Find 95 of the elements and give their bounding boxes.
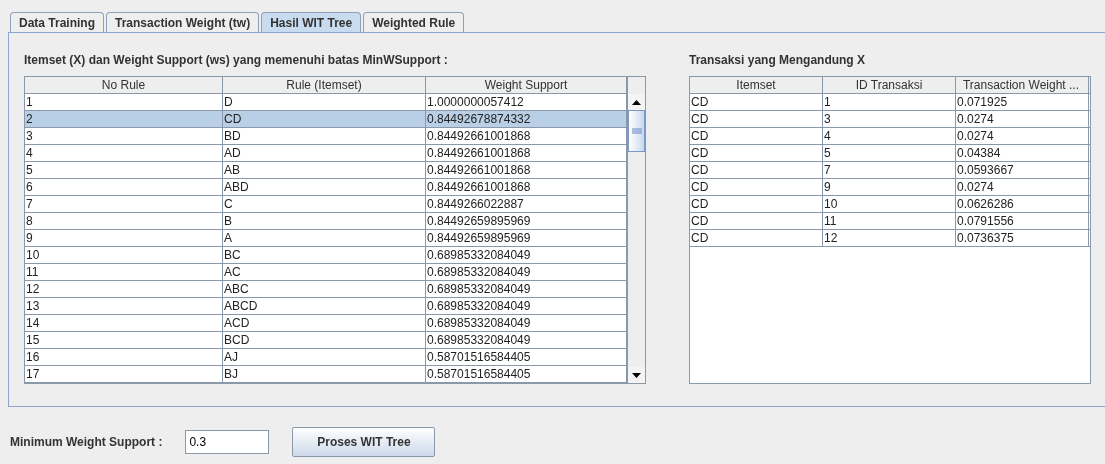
table-row[interactable]: 4 AD 0.84492661001868 [25,145,627,162]
section-title: Itemset (X) dan Weight Support (ws) yang memenuhi batas MinWSupport : [24,53,449,67]
table-row[interactable]: 12 ABC 0.68985332084049 [25,281,627,298]
table-row[interactable]: 10 BC 0.68985332084049 [25,247,627,264]
table-row[interactable]: 11 AC 0.68985332084049 [25,264,627,281]
table-cell: 0.0274 [956,128,1089,144]
tab[interactable]: Hasil WIT Tree [261,12,362,32]
table-cell: CD [690,94,823,110]
table-cell: CD [690,230,823,246]
table-cell: CD [690,179,823,195]
table-cell: 13 [25,298,223,314]
table-cell: ACD [223,315,426,331]
column-header[interactable]: Rule (Itemset) [223,77,426,93]
table-row[interactable]: 15 BCD 0.68985332084049 [25,332,627,349]
table-cell: 10 [25,247,223,263]
table-cell: 12 [25,281,223,297]
table-cell: 15 [25,332,223,348]
table-cell: B [223,213,426,229]
table-cell: ABC [223,281,426,297]
table-cell: 16 [25,349,223,365]
column-header[interactable]: No Rule [25,77,223,93]
tab[interactable]: Transaction Weight (tw) [106,12,260,32]
table-row[interactable]: 7 C 0.8449266022887 [25,196,627,213]
input-field[interactable]: 0.3 [185,430,270,454]
table-cell: 7 [25,196,223,212]
table-cell: AB [223,162,426,178]
table-cell: 5 [823,145,956,161]
table-cell: CD [690,128,823,144]
table-cell: BJ [223,366,426,382]
table-cell: 12 [823,230,956,246]
table-row[interactable]: 3 BD 0.84492661001868 [25,128,627,145]
table-cell: AD [223,145,426,161]
table-cell: 17 [25,366,223,382]
scroll-up-icon[interactable] [628,94,645,110]
table-cell: 0.0593667 [956,162,1089,178]
table-cell: 9 [823,179,956,195]
tab[interactable]: Data Training [10,12,104,32]
table-row[interactable]: 9 A 0.84492659895969 [25,230,627,247]
table-cell: 8 [25,213,223,229]
process-button[interactable]: Proses WIT Tree [292,427,436,457]
table-cell: 10 [823,196,956,212]
table-cell: 11 [823,213,956,229]
table-cell: 7 [823,162,956,178]
table-cell: A [223,230,426,246]
table-cell: BCD [223,332,426,348]
table-cell: 1 [25,94,223,110]
table-cell: 0.0626286 [956,196,1089,212]
table-row[interactable]: 5 AB 0.84492661001868 [25,162,627,179]
table-cell: 14 [25,315,223,331]
table-cell: 0.04384 [956,145,1089,161]
tab[interactable]: Weighted Rule [363,12,465,32]
table-row[interactable]: 8 B 0.84492659895969 [25,213,627,230]
table-cell: AJ [223,349,426,365]
table-cell: D [223,94,426,110]
table-cell: CD [690,213,823,229]
table-cell: AC [223,264,426,280]
section-title: Transaksi yang Mengandung X [689,53,867,67]
table-cell: CD [690,145,823,161]
table-row[interactable]: 6 ABD 0.84492661001868 [25,179,627,196]
table-cell: 1 [823,94,956,110]
table-cell: C [223,196,426,212]
table-row[interactable]: 17 BJ 0.58701516584405 [25,366,627,383]
column-header[interactable]: ID Transaksi [823,77,956,93]
scrollbar[interactable] [627,77,645,383]
table-cell: ABD [223,179,426,195]
table-cell: CD [690,111,823,127]
table-cell: 0.071925 [956,94,1089,110]
table-cell: CD [223,111,426,127]
table-cell: 3 [25,128,223,144]
table-cell: 4 [823,128,956,144]
table-cell: CD [690,162,823,178]
table-row[interactable]: 2 CD 0.84492678874332 [25,111,627,128]
column-header[interactable]: Itemset [690,77,823,93]
column-header[interactable]: Transaction Weight ... [956,77,1089,93]
table-cell: ABCD [223,298,426,314]
table-cell: 11 [25,264,223,280]
table-row[interactable]: 16 AJ 0.58701516584405 [25,349,627,366]
table-cell: BD [223,128,426,144]
table-row[interactable]: 14 ACD 0.68985332084049 [25,315,627,332]
table-row[interactable]: 13 ABCD 0.68985332084049 [25,298,627,315]
table-cell: 3 [823,111,956,127]
table-cell: 0.0791556 [956,213,1089,229]
scroll-down-icon[interactable] [628,367,645,383]
scroll-thumb[interactable] [628,110,645,152]
table-cell: CD [690,196,823,212]
table-cell: 9 [25,230,223,246]
table-cell: 0.0274 [956,179,1089,195]
table-cell: 6 [25,179,223,195]
table-cell: 5 [25,162,223,178]
field-label: Minimum Weight Support : [10,435,163,449]
table-cell: 4 [25,145,223,161]
table-cell: 0.0736375 [956,230,1089,246]
table-cell: BC [223,247,426,263]
table-cell: 2 [25,111,223,127]
table-cell: 0.0274 [956,111,1089,127]
